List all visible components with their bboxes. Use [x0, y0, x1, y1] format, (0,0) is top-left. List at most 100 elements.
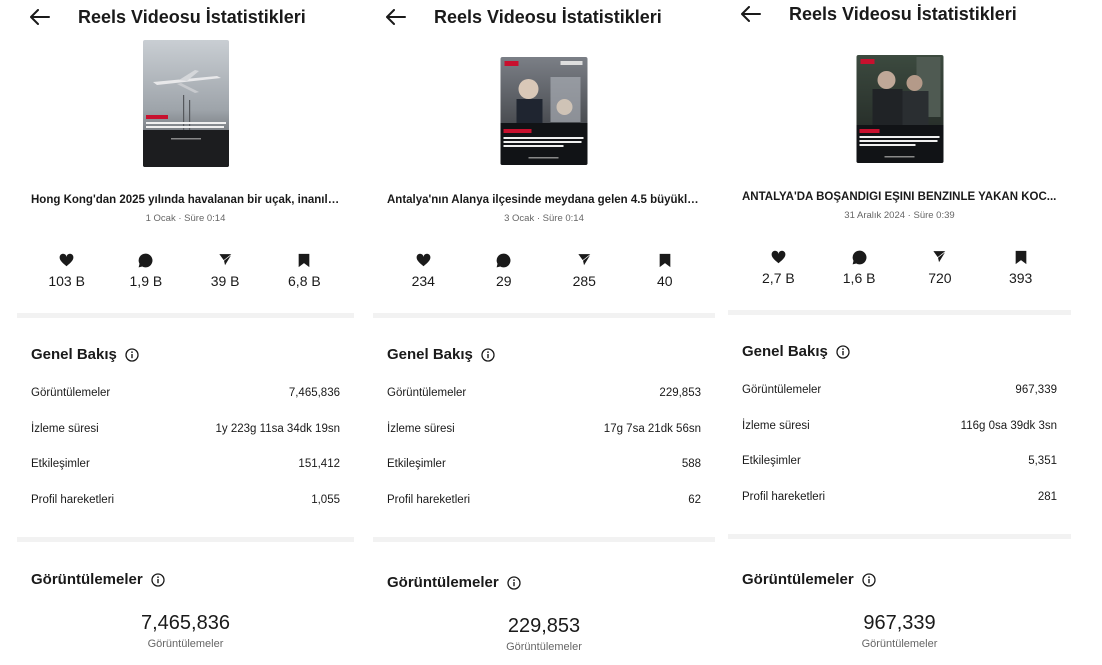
back-arrow-icon[interactable] [738, 1, 764, 27]
overview-list: Görüntülemeler 967,339 İzleme süresi 116g … [742, 384, 1057, 526]
comments-count: 29 [495, 273, 512, 289]
overview-row: Profil hareketleri 281 [742, 491, 1057, 527]
views-title: Görüntülemeler [742, 571, 876, 588]
row-value: 5,351 [1028, 455, 1057, 467]
video-meta: 1 Ocak · Süre 0:14 [145, 213, 226, 224]
overview-row: Görüntülemeler 7,465,836 [31, 387, 340, 423]
section-divider [17, 313, 354, 318]
overview-row: Etkileşimler 588 [387, 458, 701, 494]
video-thumbnail[interactable] [142, 40, 229, 167]
info-circle-icon[interactable] [481, 347, 495, 362]
overview-row: Görüntülemeler 229,853 [387, 387, 701, 423]
likes-stat: 103 B [37, 252, 97, 289]
overview-title-text: Genel Bakış [742, 343, 828, 360]
row-value: 281 [1037, 490, 1057, 503]
views-label: Görüntülemeler [506, 641, 582, 653]
saves-stat: 393 [991, 249, 1051, 286]
row-label: Etkileşimler [742, 455, 801, 467]
engagement-stats: 2,7 B 1,6 B 720 393 [728, 249, 1071, 286]
back-arrow-icon[interactable] [27, 4, 53, 30]
row-value: 967,339 [1015, 384, 1057, 396]
comment-bubble-icon [496, 252, 511, 268]
comments-count: 1,6 B [842, 270, 876, 286]
row-value: 1,055 [311, 493, 340, 506]
overview-row: Etkileşimler 5,351 [742, 455, 1057, 491]
heart-icon [59, 252, 74, 268]
views-title-text: Görüntülemeler [387, 574, 499, 591]
paper-plane-icon [217, 252, 233, 268]
views-total: 229,853 [507, 615, 581, 637]
heart-icon [771, 249, 786, 265]
shares-stat: 39 B [195, 252, 255, 289]
video-caption: ANTALYA'DA BOŞANDIĞI EŞİNİ BENZİNLE YAKA… [742, 191, 1057, 203]
views-title-text: Görüntülemeler [742, 571, 854, 588]
video-meta: 31 Aralık 2024 · Süre 0:39 [844, 210, 955, 221]
stats-panel-3: Reels Videosu İstatistikleri ANTALYA'DA … [728, 0, 1071, 665]
saves-stat: 40 [635, 252, 695, 289]
header: Reels Videosu İstatistikleri [373, 4, 715, 30]
video-thumbnail[interactable] [856, 55, 943, 163]
page-title: Reels Videosu İstatistikleri [789, 3, 1017, 24]
shares-count: 39 B [210, 273, 240, 289]
row-value: 588 [681, 458, 701, 470]
overview-list: Görüntülemeler 7,465,836 İzleme süresi 1y … [31, 387, 340, 529]
info-circle-icon[interactable] [125, 347, 139, 362]
video-caption: Hong Kong'dan 2025 yılında havalanan bir… [31, 194, 340, 206]
bookmark-icon [298, 252, 310, 268]
page-title: Reels Videosu İstatistikleri [434, 6, 662, 27]
row-label: Görüntülemeler [31, 387, 111, 399]
overview-title-text: Genel Bakış [31, 346, 117, 363]
row-value: 1y 223g 11sa 34dk 19sn [215, 422, 340, 435]
views-title: Görüntülemeler [387, 574, 521, 591]
shares-stat: 720 [910, 249, 970, 286]
section-divider [373, 313, 715, 318]
likes-count: 103 B [48, 273, 85, 289]
row-label: İzleme süresi [31, 422, 99, 435]
info-circle-icon[interactable] [836, 344, 850, 359]
section-divider [728, 534, 1071, 539]
paper-plane-icon [932, 249, 948, 265]
comments-stat: 1,6 B [829, 249, 889, 286]
info-circle-icon[interactable] [151, 572, 165, 587]
row-value: 151,412 [298, 458, 340, 470]
video-caption: Antalya'nın Alanya ilçesinde meydana gel… [387, 194, 701, 206]
back-arrow-icon[interactable] [383, 4, 409, 30]
row-label: Profil hareketleri [742, 490, 826, 503]
info-circle-icon[interactable] [862, 572, 876, 587]
overview-title: Genel Bakış [31, 346, 139, 363]
row-label: İzleme süresi [742, 419, 810, 432]
video-thumbnail[interactable] [500, 57, 588, 165]
comments-stat: 29 [474, 252, 534, 289]
overview-row: İzleme süresi 1y 223g 11sa 34dk 19sn [31, 423, 340, 459]
row-value: 229,853 [659, 387, 701, 399]
row-label: Profil hareketleri [387, 493, 471, 506]
shares-stat: 285 [554, 252, 614, 289]
paper-plane-icon [576, 252, 592, 268]
heart-icon [416, 252, 431, 268]
overview-row: Profil hareketleri 1,055 [31, 494, 340, 530]
saves-stat: 6,8 B [274, 252, 334, 289]
stats-panel-2: Reels Videosu İstatistikleri Antalya'nın… [373, 0, 715, 665]
row-value: 7,465,836 [288, 387, 340, 399]
likes-count: 2,7 B [762, 270, 795, 286]
likes-stat: 2,7 B [748, 249, 808, 286]
comments-stat: 1,9 B [116, 252, 176, 289]
row-value: 116g 0sa 39dk 3sn [960, 419, 1057, 432]
views-label: Görüntülemeler [861, 638, 938, 650]
row-label: Profil hareketleri [31, 493, 115, 506]
saves-count: 40 [656, 273, 673, 289]
views-total: 7,465,836 [141, 612, 230, 634]
comment-bubble-icon [852, 249, 867, 265]
bookmark-icon [659, 252, 671, 268]
overview-title-text: Genel Bakış [387, 346, 473, 363]
shares-count: 285 [572, 273, 596, 289]
overview-row: İzleme süresi 116g 0sa 39dk 3sn [742, 420, 1057, 456]
engagement-stats: 234 29 285 40 [373, 252, 715, 289]
section-divider [728, 310, 1071, 315]
overview-title: Genel Bakış [387, 346, 495, 363]
page-title: Reels Videosu İstatistikleri [78, 6, 306, 27]
row-label: Görüntülemeler [387, 387, 467, 399]
overview-row: Görüntülemeler 967,339 [742, 384, 1057, 420]
info-circle-icon[interactable] [507, 575, 521, 590]
header: Reels Videosu İstatistikleri [17, 4, 354, 30]
